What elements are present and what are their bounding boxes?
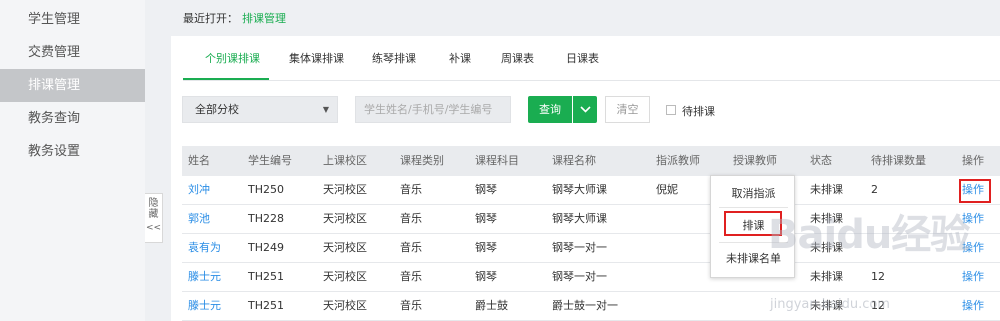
sidebar-collapse-toggle[interactable]: 隐藏 << [145,193,163,243]
status: 未排课 [810,212,843,225]
col-pending-count: 待排课数量 [871,154,926,167]
category: 音乐 [400,299,422,312]
table-row: 刘冲 TH250 天河校区 音乐 钢琴 钢琴大师课 倪妮 未排课 2 操作 [182,176,1000,205]
table-row: 滕士元 TH251 天河校区 音乐 钢琴 钢琴一对一 未排课 12 操作 [182,263,1000,292]
tab-makeup[interactable]: 补课 [449,50,471,66]
sidebar: 学生管理 交费管理 排课管理 教务查询 教务设置 [0,0,145,321]
table-header: 姓名 学生编号 上课校区 课程类别 课程科目 课程名称 指派教师 授课教师 状态… [182,146,1000,176]
col-status: 状态 [810,154,832,167]
sidebar-item-fee-management[interactable]: 交费管理 [0,36,145,69]
action-highlight-box [959,179,991,203]
tab-weekly-schedule[interactable]: 周课表 [501,50,534,66]
branch-select-value: 全部分校 [195,103,239,116]
sidebar-item-scheduling[interactable]: 排课管理 [0,69,145,102]
student-name-link[interactable]: 刘冲 [188,176,210,204]
col-subject: 课程科目 [475,154,519,167]
pending-checkbox[interactable] [666,105,676,115]
tab-daily-schedule[interactable]: 日课表 [566,50,599,66]
col-category: 课程类别 [400,154,444,167]
subject: 钢琴 [475,212,497,225]
category: 音乐 [400,183,422,196]
subject: 钢琴 [475,270,497,283]
student-name-link[interactable]: 袁有为 [188,234,221,262]
status: 未排课 [810,299,843,312]
col-campus: 上课校区 [323,154,367,167]
col-name: 姓名 [188,154,210,167]
status: 未排课 [810,241,843,254]
query-button[interactable]: 查询 [528,96,572,123]
student-id: TH228 [248,212,284,225]
col-course: 课程名称 [552,154,596,167]
action-link[interactable]: 操作 [962,234,984,262]
clear-button[interactable]: 清空 [605,96,650,123]
col-assigned-teacher: 指派教师 [656,154,700,167]
recent-bar: 最近打开： 排课管理 [183,10,286,26]
pending-count: 12 [871,299,885,312]
pending-checkbox-label: 待排课 [682,105,715,118]
sidebar-item-student-management[interactable]: 学生管理 [0,3,145,36]
collapse-label: 隐藏 [148,198,159,220]
branch-select[interactable]: 全部分校 ▼ [182,96,338,123]
campus: 天河校区 [323,212,367,225]
student-search-input[interactable] [355,96,511,123]
student-name-link[interactable]: 滕士元 [188,263,221,291]
tab-individual-scheduling[interactable]: 个别课排课 [205,50,260,66]
caret-down-icon: ▼ [322,105,329,114]
tabs-divider [183,80,1000,81]
chevron-down-icon [579,106,591,113]
student-id: TH251 [248,299,284,312]
action-popup-menu: 取消指派 排课 未排课名单 [710,175,795,278]
student-id: TH249 [248,241,284,254]
table-row: 郭池 TH228 天河校区 音乐 钢琴 钢琴大师课 未排课 操作 [182,205,1000,234]
action-link[interactable]: 操作 [962,205,984,233]
pending-count: 12 [871,270,885,283]
student-id: TH250 [248,183,284,196]
double-chevron-left-icon: << [145,223,162,233]
content-panel: 个别课排课 集体课排课 练琴排课 补课 周课表 日课表 全部分校 ▼ 查询 清空… [171,36,1000,321]
tab-practice-scheduling[interactable]: 练琴排课 [372,50,416,66]
table-row: 袁有为 TH249 天河校区 音乐 钢琴 钢琴一对一 未排课 操作 [182,234,1000,263]
recent-prefix: 最近打开： [183,12,238,25]
campus: 天河校区 [323,241,367,254]
subject: 钢琴 [475,241,497,254]
action-link[interactable]: 操作 [962,292,984,320]
popup-divider [719,207,788,208]
tab-group-scheduling[interactable]: 集体课排课 [289,50,344,66]
schedule-highlight-box [724,211,782,236]
category: 音乐 [400,212,422,225]
col-student-id: 学生编号 [248,154,292,167]
cancel-assign-menu-item[interactable]: 取消指派 [711,185,796,201]
course-name: 钢琴大师课 [552,212,607,225]
sidebar-item-academic-query[interactable]: 教务查询 [0,102,145,135]
student-name-link[interactable]: 滕士元 [188,292,221,320]
main-content: 最近打开： 排课管理 个别课排课 集体课排课 练琴排课 补课 周课表 日课表 全部… [163,0,1000,321]
status: 未排课 [810,183,843,196]
recent-link-scheduling[interactable]: 排课管理 [242,12,286,25]
category: 音乐 [400,241,422,254]
student-id: TH251 [248,270,284,283]
pending-count: 2 [871,183,878,196]
course-name: 钢琴一对一 [552,241,607,254]
course-name: 钢琴大师课 [552,183,607,196]
course-name: 钢琴一对一 [552,270,607,283]
status: 未排课 [810,270,843,283]
campus: 天河校区 [323,183,367,196]
not-scheduled-list-menu-item[interactable]: 未排课名单 [711,250,796,266]
col-teacher: 授课教师 [733,154,777,167]
campus: 天河校区 [323,299,367,312]
course-name: 爵士鼓一对一 [552,299,618,312]
query-dropdown-button[interactable] [573,96,597,123]
col-actions: 操作 [962,154,984,167]
table-row: 滕士元 TH251 天河校区 音乐 爵士鼓 爵士鼓一对一 未排课 12 操作 [182,292,1000,321]
subject: 爵士鼓 [475,299,508,312]
category: 音乐 [400,270,422,283]
subject: 钢琴 [475,183,497,196]
campus: 天河校区 [323,270,367,283]
sidebar-item-academic-settings[interactable]: 教务设置 [0,135,145,168]
student-name-link[interactable]: 郭池 [188,205,210,233]
assigned-teacher: 倪妮 [656,183,678,196]
popup-divider [719,242,788,243]
action-link[interactable]: 操作 [962,263,984,291]
